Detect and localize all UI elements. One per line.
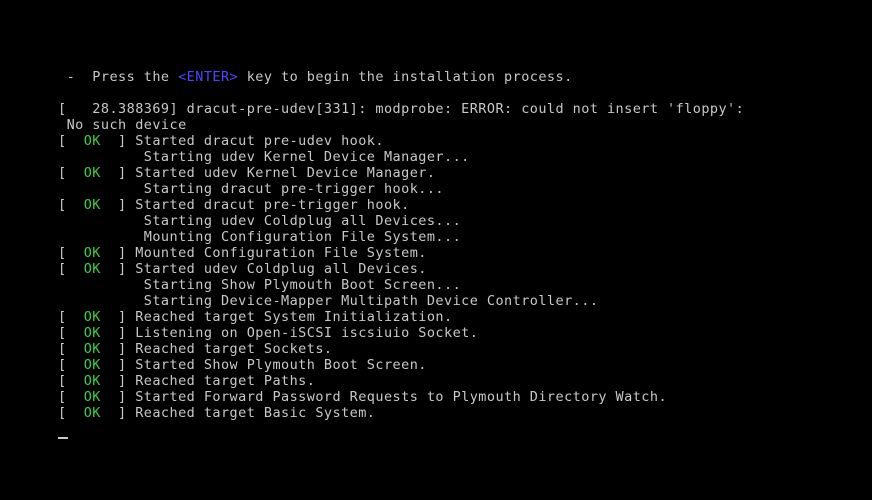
log-line: Starting Device-Mapper Multipath Device … [58, 293, 858, 309]
error-line-continuation: No such device [58, 117, 187, 133]
prompt-prefix: - Press the [58, 69, 179, 85]
log-message: Started dracut pre-trigger hook. [135, 197, 410, 213]
install-prompt-line: - Press the <ENTER> key to begin the ins… [58, 69, 858, 85]
log-line: [ OK ] Reached target Basic System. [58, 405, 858, 421]
log-message: Started udev Coldplug all Devices. [135, 261, 427, 277]
status-badge: [ OK ] [58, 197, 136, 213]
status-badge: [ OK ] [58, 325, 136, 341]
log-line: Mounting Configuration File System... [58, 229, 858, 245]
status-ok-label: OK [83, 341, 101, 357]
boot-log: [ OK ] Started dracut pre-udev hook. Sta… [58, 133, 858, 421]
status-badge: [ OK ] [58, 357, 136, 373]
status-padding [58, 213, 144, 229]
status-badge: [ OK ] [58, 261, 136, 277]
log-message: Started udev Kernel Device Manager. [135, 165, 436, 181]
status-badge: [ OK ] [58, 405, 136, 421]
log-line: [ OK ] Started Show Plymouth Boot Screen… [58, 357, 858, 373]
status-padding [58, 277, 144, 293]
log-message: Listening on Open-iSCSI iscsiuio Socket. [135, 325, 479, 341]
log-line: [ OK ] Started udev Coldplug all Devices… [58, 261, 858, 277]
prompt-suffix: key to begin the installation process. [238, 69, 573, 85]
status-badge: [ OK ] [58, 245, 136, 261]
status-badge: [ OK ] [58, 341, 136, 357]
status-badge: [ OK ] [58, 133, 136, 149]
status-ok-label: OK [83, 165, 101, 181]
log-message: Starting udev Kernel Device Manager... [143, 149, 470, 165]
log-line: [ OK ] Started Forward Password Requests… [58, 389, 858, 405]
enter-key-label: <ENTER> [178, 69, 239, 85]
status-ok-label: OK [83, 325, 101, 341]
status-ok-label: OK [83, 373, 101, 389]
log-message: Started dracut pre-udev hook. [135, 133, 384, 149]
log-line: [ OK ] Reached target Sockets. [58, 341, 858, 357]
status-ok-label: OK [83, 261, 101, 277]
log-message: Starting dracut pre-trigger hook... [143, 181, 445, 197]
log-message: Starting Show Plymouth Boot Screen... [143, 277, 462, 293]
status-ok-label: OK [83, 405, 101, 421]
log-message: Mounting Configuration File System... [143, 229, 462, 245]
boot-console: - Press the <ENTER> key to begin the ins… [58, 69, 858, 421]
status-ok-label: OK [83, 245, 101, 261]
log-line: [ OK ] Reached target Paths. [58, 373, 858, 389]
log-line: [ OK ] Mounted Configuration File System… [58, 245, 858, 261]
status-ok-label: OK [83, 197, 101, 213]
log-message: Mounted Configuration File System. [135, 245, 427, 261]
status-badge: [ OK ] [58, 373, 136, 389]
log-message: Starting udev Coldplug all Devices... [143, 213, 462, 229]
log-line: Starting udev Coldplug all Devices... [58, 213, 858, 229]
log-line: Starting dracut pre-trigger hook... [58, 181, 858, 197]
log-line: [ OK ] Started dracut pre-udev hook. [58, 133, 858, 149]
log-message: Starting Device-Mapper Multipath Device … [143, 293, 599, 309]
log-message: Reached target Basic System. [135, 405, 376, 421]
text-cursor [58, 437, 68, 439]
status-ok-label: OK [83, 357, 101, 373]
log-message: Started Forward Password Requests to Ply… [135, 389, 668, 405]
status-padding [58, 293, 144, 309]
log-line: Starting Show Plymouth Boot Screen... [58, 277, 858, 293]
log-message: Reached target Paths. [135, 373, 316, 389]
status-badge: [ OK ] [58, 389, 136, 405]
status-padding [58, 229, 144, 245]
log-line: [ OK ] Started udev Kernel Device Manage… [58, 165, 858, 181]
log-message: Reached target Sockets. [135, 341, 333, 357]
status-ok-label: OK [83, 309, 101, 325]
status-ok-label: OK [83, 389, 101, 405]
log-line: [ OK ] Started dracut pre-trigger hook. [58, 197, 858, 213]
status-badge: [ OK ] [58, 165, 136, 181]
status-ok-label: OK [83, 133, 101, 149]
log-message: Started Show Plymouth Boot Screen. [135, 357, 427, 373]
log-line: [ OK ] Listening on Open-iSCSI iscsiuio … [58, 325, 858, 341]
log-line: [ OK ] Reached target System Initializat… [58, 309, 858, 325]
error-line: [ 28.388369] dracut-pre-udev[331]: modpr… [58, 101, 745, 117]
status-padding [58, 181, 144, 197]
log-line: Starting udev Kernel Device Manager... [58, 149, 858, 165]
log-message: Reached target System Initialization. [135, 309, 453, 325]
status-badge: [ OK ] [58, 309, 136, 325]
status-padding [58, 149, 144, 165]
